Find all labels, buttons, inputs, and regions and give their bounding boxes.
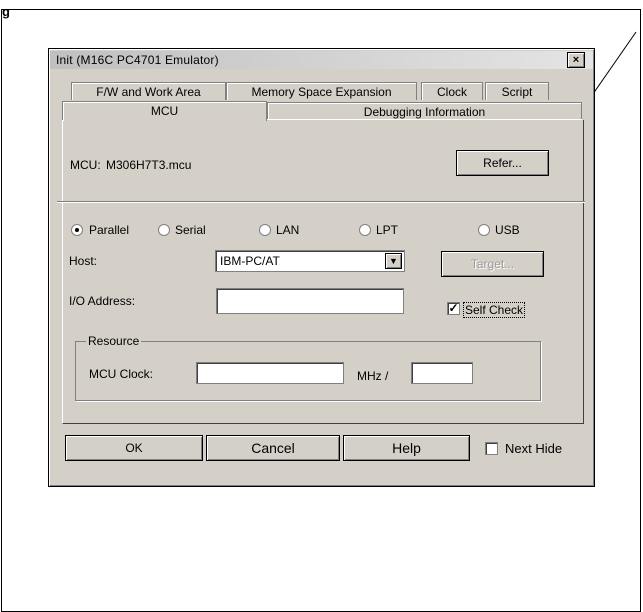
radio-serial[interactable] bbox=[158, 224, 170, 236]
radio-parallel-label: Parallel bbox=[89, 223, 130, 237]
clock-divider-input[interactable] bbox=[411, 362, 473, 384]
help-button[interactable]: Help bbox=[343, 435, 470, 461]
tab-memory-space-expansion[interactable]: Memory Space Expansion bbox=[226, 82, 417, 100]
title-bar[interactable]: Init (M16C PC4701 Emulator) × bbox=[50, 51, 593, 69]
mcu-label: MCU: bbox=[70, 158, 101, 172]
io-address-input[interactable] bbox=[216, 288, 404, 314]
check-icon: ✓ bbox=[448, 301, 459, 315]
host-select-value: IBM-PC/AT bbox=[220, 254, 280, 268]
radio-lan-label: LAN bbox=[276, 223, 300, 237]
tab-debugging-information[interactable]: Debugging Information bbox=[267, 102, 582, 120]
tab-script[interactable]: Script bbox=[485, 82, 549, 100]
init-dialog: Init (M16C PC4701 Emulator) × F/W and Wo… bbox=[48, 48, 595, 487]
next-hide-label: Next Hide bbox=[505, 441, 563, 456]
target-button[interactable]: Target... bbox=[441, 251, 544, 277]
tab-fw-work-area[interactable]: F/W and Work Area bbox=[71, 82, 226, 100]
mcu-clock-input[interactable] bbox=[196, 362, 344, 384]
resource-legend: Resource bbox=[86, 334, 142, 348]
radio-parallel[interactable] bbox=[71, 224, 83, 236]
mhz-label: MHz / bbox=[357, 369, 389, 383]
tab-clock[interactable]: Clock bbox=[421, 82, 483, 100]
self-check-label: Self Check bbox=[463, 302, 526, 318]
page-label: g bbox=[2, 4, 10, 19]
radio-lpt-label: LPT bbox=[376, 223, 399, 237]
radio-usb-label: USB bbox=[495, 223, 520, 237]
separator bbox=[57, 201, 585, 203]
chevron-down-icon: ▼ bbox=[389, 256, 398, 266]
cancel-button[interactable]: Cancel bbox=[206, 435, 340, 461]
host-select[interactable]: IBM-PC/AT ▼ bbox=[215, 250, 405, 272]
tab-mcu[interactable]: MCU bbox=[62, 101, 267, 121]
close-icon: × bbox=[572, 54, 580, 66]
radio-lpt[interactable] bbox=[359, 224, 371, 236]
ok-button[interactable]: OK bbox=[65, 435, 203, 461]
refer-button[interactable]: Refer... bbox=[456, 150, 549, 176]
next-hide-checkbox[interactable] bbox=[485, 442, 498, 455]
self-check-checkbox[interactable]: ✓ bbox=[447, 302, 460, 315]
host-dropdown-button[interactable]: ▼ bbox=[385, 253, 402, 269]
close-button[interactable]: × bbox=[567, 52, 585, 68]
radio-usb[interactable] bbox=[478, 224, 490, 236]
io-address-label: I/O Address: bbox=[69, 294, 136, 308]
radio-serial-label: Serial bbox=[175, 223, 206, 237]
mcu-file-value: M306H7T3.mcu bbox=[106, 158, 192, 172]
host-label: Host: bbox=[69, 254, 98, 268]
radio-lan[interactable] bbox=[259, 224, 271, 236]
dialog-title: Init (M16C PC4701 Emulator) bbox=[56, 53, 219, 67]
mcu-clock-label: MCU Clock: bbox=[89, 367, 154, 381]
